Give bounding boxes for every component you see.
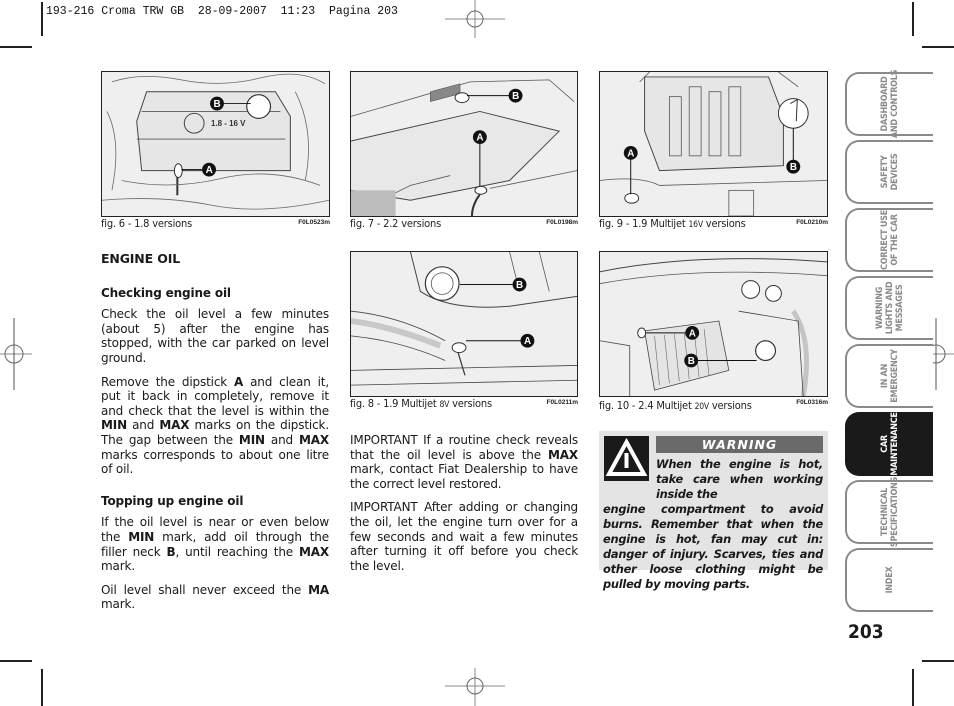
- callout-a: A: [627, 148, 634, 159]
- engine-badge: 1.8 - 16 V: [211, 119, 246, 128]
- subheading-topping: Topping up engine oil: [101, 493, 244, 508]
- tab-dashboard-and-controls[interactable]: DASHBOARD AND CONTROLS: [845, 70, 933, 138]
- figure-caption: fig. 6 - 1.8 versions: [101, 217, 193, 230]
- figure-code: F0L0211m: [546, 399, 578, 406]
- figure-10-illustration: A B: [599, 251, 828, 397]
- paragraph-max-level: Oil level shall never exceed the MA mark…: [101, 582, 329, 612]
- callout-a: A: [476, 133, 483, 144]
- crop-mark: [41, 2, 43, 36]
- tab-technical-specifications[interactable]: TECHNICAL SPECIFICATIONS: [845, 477, 933, 547]
- figure-6-illustration: 1.8 - 16 V B A: [101, 71, 330, 217]
- figure-8: B A fig. 8 - 1.9 Multijet 8V versions F0…: [350, 251, 578, 413]
- middle-column: IMPORTANT If a routine check reveals tha…: [350, 433, 578, 582]
- figure-7-illustration: B A: [350, 71, 578, 217]
- figure-7: B A fig. 7 - 2.2 versions F0L0198m: [350, 71, 578, 233]
- callout-b: B: [512, 91, 519, 102]
- registration-mark-icon: [0, 318, 32, 390]
- warning-text: When the engine is hot, take care when w…: [603, 457, 823, 591]
- callout-b: B: [516, 280, 523, 291]
- tab-index[interactable]: INDEX: [845, 548, 933, 612]
- left-column: ENGINE OIL Checking engine oil Check the…: [101, 251, 329, 621]
- callout-a: A: [689, 328, 696, 339]
- tab-safety-devices[interactable]: SAFETY DEVICES: [845, 140, 933, 204]
- warning-box: WARNING When the engine is hot, take car…: [599, 431, 828, 591]
- figure-code: F0L0198m: [546, 219, 578, 226]
- figure-10: A B fig. 10 - 2.4 Multijet 20V versions …: [599, 251, 828, 413]
- figure-8-illustration: B A: [350, 251, 578, 397]
- tab-in-an-emergency[interactable]: IN AN EMERGENCY: [845, 344, 933, 408]
- callout-b: B: [688, 356, 695, 367]
- crop-mark: [0, 46, 32, 48]
- crop-mark: [0, 660, 32, 662]
- printer-slug: 193-216 Croma TRW GB 28-09-2007 11:23 Pa…: [46, 5, 398, 18]
- paragraph-dipstick: Remove the dipstick A and clean it, put …: [101, 374, 329, 477]
- registration-mark-icon: [445, 0, 505, 38]
- figure-code: F0L0210m: [796, 219, 828, 226]
- callout-a: A: [206, 165, 213, 176]
- callout-a: A: [524, 336, 531, 347]
- figure-9: A B fig. 9 - 1.9 Multijet 16V versions F…: [599, 71, 828, 233]
- crop-mark: [912, 2, 914, 36]
- figure-code: F0L0523m: [298, 219, 330, 226]
- crop-mark: [922, 660, 954, 662]
- figure-6: 1.8 - 16 V B A fig. 6 - 1.8 versions F0L…: [101, 71, 330, 233]
- important-note-1: IMPORTANT If a routine check reveals tha…: [350, 433, 578, 491]
- callout-b: B: [790, 162, 797, 173]
- crop-mark: [912, 669, 914, 706]
- figure-caption: fig. 7 - 2.2 versions: [350, 217, 442, 230]
- crop-mark: [41, 669, 43, 706]
- page-number: 203: [848, 621, 884, 643]
- tab-warning-lights-and-messages[interactable]: WARNING LIGHTS AND MESSAGES: [845, 276, 933, 340]
- registration-mark-icon: [445, 668, 505, 706]
- subheading-checking: Checking engine oil: [101, 285, 231, 300]
- section-heading: ENGINE OIL: [101, 251, 181, 266]
- figure-9-illustration: A B: [599, 71, 828, 217]
- warning-title: WARNING: [656, 436, 823, 453]
- figure-caption: fig. 9 - 1.9 Multijet 16V versions: [599, 217, 746, 230]
- figure-caption: fig. 10 - 2.4 Multijet 20V versions: [599, 399, 752, 412]
- paragraph-check: Check the oil level a few minutes (about…: [101, 307, 329, 365]
- figure-code: F0L0316m: [796, 399, 828, 406]
- tab-car-maintenance[interactable]: CAR MAINTENANCE: [845, 412, 933, 476]
- tab-correct-use-of-the-car[interactable]: CORRECT USE OF THE CAR: [845, 208, 933, 272]
- crop-mark: [922, 46, 954, 48]
- important-note-2: IMPORTANT After adding or changing the o…: [350, 500, 578, 573]
- paragraph-topping: If the oil level is near or even below t…: [101, 515, 329, 574]
- callout-b: B: [214, 99, 221, 110]
- figure-caption: fig. 8 - 1.9 Multijet 8V versions: [350, 397, 492, 410]
